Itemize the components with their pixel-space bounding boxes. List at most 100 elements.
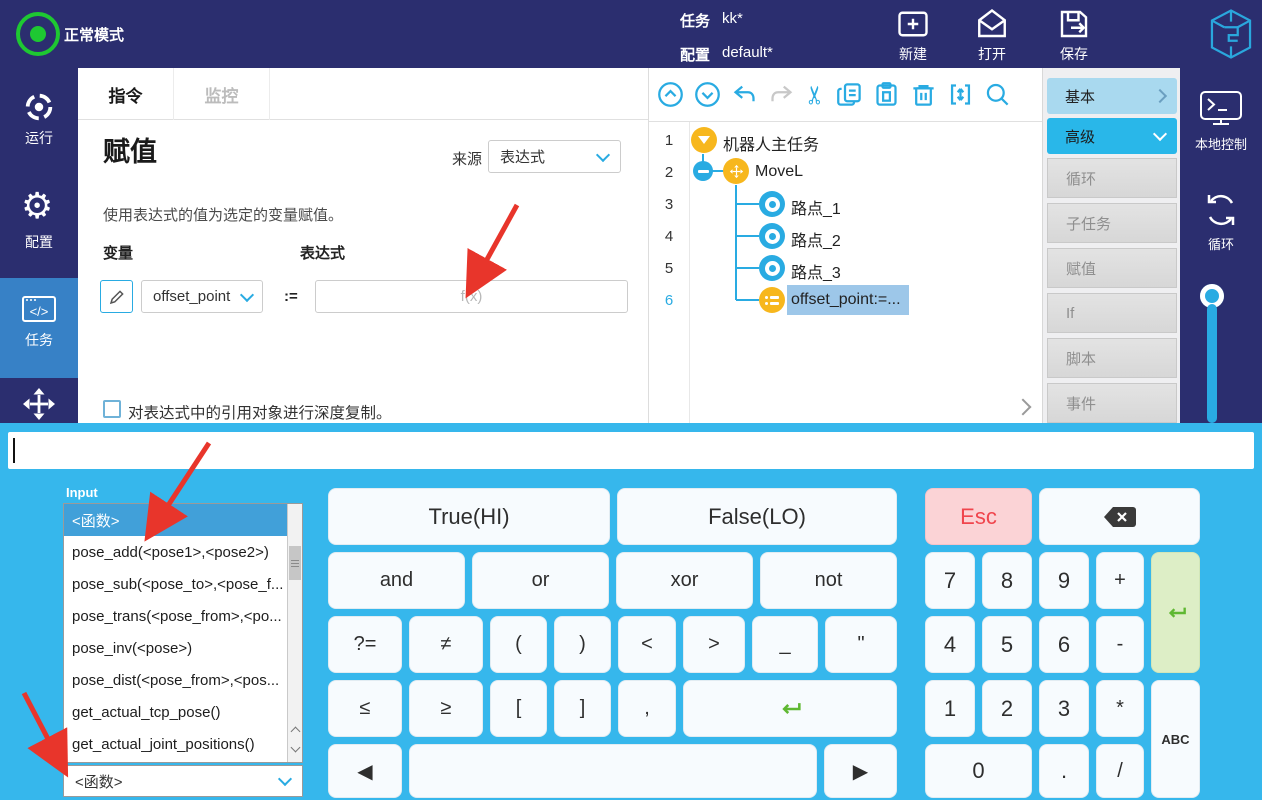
move-down-icon[interactable]: [694, 81, 721, 108]
undo-icon[interactable]: [731, 81, 758, 108]
instruction-item-loop[interactable]: 循环: [1047, 158, 1177, 198]
list-item[interactable]: get_actual_tcp_pose(): [64, 696, 295, 728]
keyboard-input[interactable]: [8, 432, 1254, 469]
list-item[interactable]: pose_dist(<pose_from>,<pos...: [64, 664, 295, 696]
sidebar-item-task[interactable]: 任务: [0, 330, 78, 350]
assignment-icon[interactable]: [759, 287, 785, 313]
edit-variable-button[interactable]: [100, 280, 133, 313]
key-underscore[interactable]: _: [752, 616, 818, 673]
open-task-icon[interactable]: [974, 6, 1010, 42]
task-root-icon[interactable]: [691, 127, 717, 153]
redo-icon[interactable]: [768, 81, 795, 108]
key-backspace[interactable]: [1039, 488, 1200, 545]
copy-icon[interactable]: [836, 81, 863, 108]
sidebar-item-run[interactable]: 运行: [0, 128, 78, 148]
sidebar-item-config[interactable]: 配置: [0, 232, 78, 252]
new-task-button[interactable]: 新建: [887, 44, 939, 64]
instruction-item-if[interactable]: If: [1047, 293, 1177, 333]
save-task-button[interactable]: 保存: [1048, 44, 1100, 64]
expression-input[interactable]: [315, 280, 628, 313]
key-rbracket[interactable]: ]: [554, 680, 611, 737]
instruction-item-script[interactable]: 脚本: [1047, 338, 1177, 378]
run-icon[interactable]: [22, 90, 56, 124]
key-lparen[interactable]: (: [490, 616, 547, 673]
waypoint-icon[interactable]: [759, 223, 785, 249]
key-enter-wide[interactable]: [683, 680, 897, 737]
tab-monitor[interactable]: 监控: [174, 68, 270, 120]
key-not[interactable]: not: [760, 552, 897, 609]
tab-command[interactable]: 指令: [78, 68, 174, 120]
key-less-equal[interactable]: ≤: [328, 680, 402, 737]
key-2[interactable]: 2: [982, 680, 1032, 737]
tree-row[interactable]: 路点_1: [791, 195, 841, 219]
delete-icon[interactable]: [910, 81, 937, 108]
task-icon[interactable]: </>: [21, 292, 57, 324]
key-rparen[interactable]: ): [554, 616, 611, 673]
key-slash[interactable]: /: [1096, 744, 1144, 798]
key-minus[interactable]: -: [1096, 616, 1144, 673]
instruction-item-subtask[interactable]: 子任务: [1047, 203, 1177, 243]
key-0[interactable]: 0: [925, 744, 1032, 798]
save-task-icon[interactable]: [1056, 6, 1092, 42]
category-basic[interactable]: 基本: [1047, 78, 1177, 114]
scroll-down-icon[interactable]: [292, 738, 299, 756]
key-space[interactable]: [409, 744, 817, 798]
key-9[interactable]: 9: [1039, 552, 1089, 609]
sidebar-item-local-control[interactable]: 本地控制: [1180, 134, 1262, 153]
variable-select[interactable]: offset_point: [141, 280, 263, 313]
key-or[interactable]: or: [472, 552, 609, 609]
key-4[interactable]: 4: [925, 616, 975, 673]
key-lbracket[interactable]: [: [490, 680, 547, 737]
key-greater-equal[interactable]: ≥: [409, 680, 483, 737]
key-quote[interactable]: ": [825, 616, 897, 673]
speed-slider-track[interactable]: [1207, 304, 1217, 423]
key-greater-than[interactable]: >: [683, 616, 745, 673]
sidebar-item-loop[interactable]: 循环: [1180, 234, 1262, 253]
key-6[interactable]: 6: [1039, 616, 1089, 673]
cut-icon[interactable]: ✂: [800, 84, 830, 105]
paste-icon[interactable]: [873, 81, 900, 108]
key-8[interactable]: 8: [982, 552, 1032, 609]
key-esc[interactable]: Esc: [925, 488, 1032, 545]
move-icon[interactable]: [21, 386, 57, 422]
key-star[interactable]: *: [1096, 680, 1144, 737]
deep-copy-checkbox[interactable]: [103, 400, 121, 418]
tree-row-selected[interactable]: offset_point:=...: [791, 291, 901, 309]
key-not-equal[interactable]: ≠: [409, 616, 483, 673]
list-item[interactable]: pose_trans(<pose_from>,<po...: [64, 600, 295, 632]
key-question-assign[interactable]: ?=: [328, 616, 402, 673]
expand-panel-chevron[interactable]: [1017, 400, 1029, 418]
list-scrollbar[interactable]: [287, 504, 302, 762]
list-item[interactable]: pose_inv(<pose>): [64, 632, 295, 664]
key-xor[interactable]: xor: [616, 552, 753, 609]
movel-icon[interactable]: [723, 158, 749, 184]
loop-icon[interactable]: [1201, 190, 1241, 230]
key-5[interactable]: 5: [982, 616, 1032, 673]
key-enter[interactable]: [1151, 552, 1200, 673]
list-item[interactable]: <函数>: [64, 504, 295, 536]
open-task-button[interactable]: 打开: [966, 44, 1018, 64]
key-7[interactable]: 7: [925, 552, 975, 609]
key-less-than[interactable]: <: [618, 616, 676, 673]
key-false-lo[interactable]: False(LO): [617, 488, 897, 545]
key-comma[interactable]: ,: [618, 680, 676, 737]
replace-icon[interactable]: [947, 81, 974, 108]
key-1[interactable]: 1: [925, 680, 975, 737]
tree-row[interactable]: 路点_3: [791, 259, 841, 283]
tree-row[interactable]: MoveL: [755, 163, 803, 181]
waypoint-icon[interactable]: [759, 255, 785, 281]
scrollbar-thumb[interactable]: [289, 546, 301, 580]
instruction-item-event[interactable]: 事件: [1047, 383, 1177, 423]
key-dot[interactable]: .: [1039, 744, 1089, 798]
key-arrow-right[interactable]: ▶: [824, 744, 897, 798]
waypoint-icon[interactable]: [759, 191, 785, 217]
key-abc[interactable]: ABC: [1151, 680, 1200, 798]
key-and[interactable]: and: [328, 552, 465, 609]
key-arrow-left[interactable]: ◀: [328, 744, 402, 798]
function-dropdown[interactable]: <函数>: [63, 765, 303, 797]
search-icon[interactable]: [984, 81, 1011, 108]
tree-row[interactable]: 机器人主任务: [723, 131, 819, 155]
instruction-item-assign[interactable]: 赋值: [1047, 248, 1177, 288]
collapse-minus-icon[interactable]: [693, 161, 713, 181]
list-item[interactable]: pose_add(<pose1>,<pose2>): [64, 536, 295, 568]
